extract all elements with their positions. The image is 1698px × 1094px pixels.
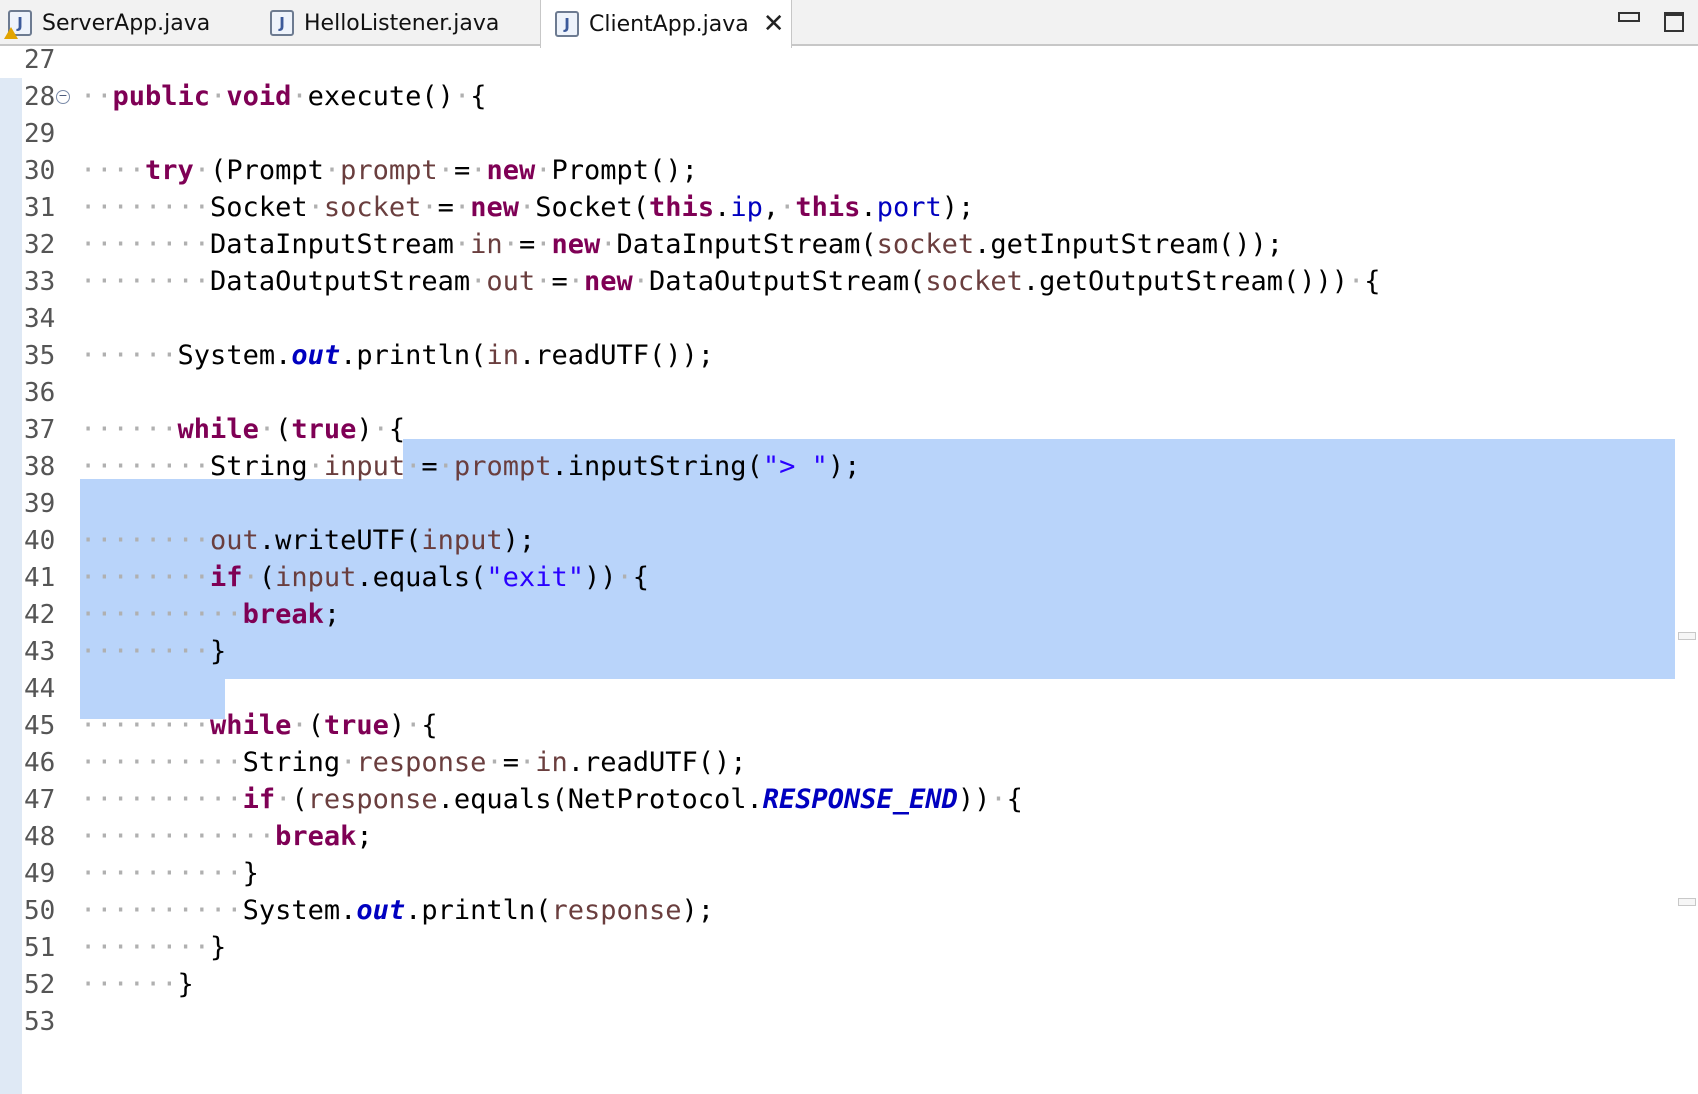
code-text: ········String·input·=·prompt.inputStrin… [80, 451, 861, 482]
code-line[interactable]: 41 ········if·(input.equals("exit"))·{ [0, 558, 1698, 598]
line-number: 42 [24, 600, 56, 630]
maximize-icon[interactable] [1664, 12, 1684, 32]
line-number: 52 [24, 970, 56, 1000]
code-line[interactable]: 52 ······} [0, 965, 1698, 1005]
line-number: 32 [24, 230, 56, 260]
code-line[interactable]: 45 ········while·(true)·{ [0, 706, 1698, 746]
line-number: 45 [24, 711, 56, 741]
code-line[interactable]: 37 ······while·(true)·{ [0, 410, 1698, 450]
code-text: ········while·(true)·{ [80, 710, 438, 741]
line-number: 49 [24, 859, 56, 889]
code-line[interactable]: 48 ············break; [0, 817, 1698, 857]
line-number: 29 [24, 119, 56, 149]
minimize-icon[interactable] [1618, 12, 1640, 22]
tab-label: ServerApp.java [42, 10, 211, 36]
code-line[interactable]: 39 [0, 484, 1698, 524]
line-number: 39 [24, 489, 56, 519]
fold-toggle-icon[interactable]: − [56, 90, 70, 104]
line-number: 40 [24, 526, 56, 556]
line-number: 31 [24, 193, 56, 223]
editor-tab-bar: J ServerApp.java J HelloListener.java J … [0, 0, 1698, 48]
code-line[interactable]: 36 [0, 373, 1698, 413]
code-editor[interactable]: 27 28− ··public·void·execute()·{29 30 ····tr… [0, 46, 1698, 1094]
code-line[interactable]: 32 ········DataInputStream·in·=·new·DataI… [0, 225, 1698, 265]
code-text: ····try·(Prompt·prompt·=·new·Prompt(); [80, 155, 698, 186]
code-line[interactable]: 53 [0, 1002, 1698, 1042]
line-number: 37 [24, 415, 56, 445]
code-text: ········out.writeUTF(input); [80, 525, 536, 556]
line-number: 38 [24, 452, 56, 482]
line-number: 34 [24, 304, 56, 334]
code-line[interactable]: 38 ········String·input·=·prompt.inputStr… [0, 447, 1698, 487]
line-number: 35 [24, 341, 56, 371]
line-number: 30 [24, 156, 56, 186]
code-text: ········} [80, 932, 227, 963]
line-number: 44 [24, 674, 56, 704]
tab-hellolistener[interactable]: J HelloListener.java [270, 0, 499, 46]
line-number: 36 [24, 378, 56, 408]
line-number: 27 [24, 46, 56, 75]
java-file-icon: J [270, 10, 294, 36]
code-line[interactable]: 31 ········Socket·socket·=·new·Socket(thi… [0, 188, 1698, 228]
code-text: ··········} [80, 858, 259, 889]
code-text: ········Socket·socket·=·new·Socket(this.… [80, 192, 975, 223]
line-number: 50 [24, 896, 56, 926]
code-line[interactable]: 44 [0, 669, 1698, 709]
code-text: ······while·(true)·{ [80, 414, 406, 445]
line-number: 47 [24, 785, 56, 815]
code-text: ······System.out.println(in.readUTF()); [80, 340, 715, 371]
line-number: 48 [24, 822, 56, 852]
code-line[interactable]: 50 ··········System.out.println(response)… [0, 891, 1698, 931]
code-line[interactable]: 30 ····try·(Prompt·prompt·=·new·Prompt(); [0, 151, 1698, 191]
code-text: ········} [80, 636, 227, 667]
code-line[interactable]: 42 ··········break; [0, 595, 1698, 635]
tab-label: ClientApp.java [589, 11, 749, 37]
code-line[interactable]: 33 ········DataOutputStream·out·=·new·Dat… [0, 262, 1698, 302]
tab-clientapp[interactable]: J ClientApp.java ✕ [540, 0, 792, 48]
tab-serverapp[interactable]: J ServerApp.java [4, 0, 211, 46]
line-number: 51 [24, 933, 56, 963]
code-line[interactable]: 46 ··········String·response·=·in.readUTF… [0, 743, 1698, 783]
code-line[interactable]: 49 ··········} [0, 854, 1698, 894]
code-line[interactable]: 47 ··········if·(response.equals(NetProto… [0, 780, 1698, 820]
code-line[interactable]: 29 [0, 114, 1698, 154]
code-text: ········if·(input.equals("exit"))·{ [80, 562, 650, 593]
code-line[interactable]: 34 [0, 299, 1698, 339]
code-line[interactable]: 28− ··public·void·execute()·{ [0, 77, 1698, 117]
line-number: 41 [24, 563, 56, 593]
code-line[interactable]: 35 ······System.out.println(in.readUTF())… [0, 336, 1698, 376]
tab-label: HelloListener.java [304, 10, 500, 36]
overview-ruler-mark[interactable] [1678, 898, 1696, 906]
java-file-icon: J [555, 11, 579, 37]
java-file-warning-icon: J [4, 10, 32, 39]
code-line[interactable]: 51 ········} [0, 928, 1698, 968]
code-text: ········DataInputStream·in·=·new·DataInp… [80, 229, 1284, 260]
code-line[interactable]: 43 ········} [0, 632, 1698, 672]
line-number: 33 [24, 267, 56, 297]
code-text: ··········String·response·=·in.readUTF()… [80, 747, 747, 778]
code-line[interactable]: 27 [0, 46, 1698, 80]
code-text: ············break; [80, 821, 373, 852]
overview-ruler-mark[interactable] [1678, 632, 1696, 640]
line-number: 46 [24, 748, 56, 778]
line-number: 43 [24, 637, 56, 667]
close-icon[interactable]: ✕ [763, 11, 785, 37]
code-text: ··········System.out.println(response); [80, 895, 715, 926]
code-line[interactable]: 40 ········out.writeUTF(input); [0, 521, 1698, 561]
line-number: 53 [24, 1007, 56, 1037]
code-text: ······} [80, 969, 194, 1000]
code-text: ··········if·(response.equals(NetProtoco… [80, 784, 1023, 815]
code-text: ··public·void·execute()·{ [80, 81, 487, 112]
code-text: ··········break; [80, 599, 341, 630]
code-text: ········DataOutputStream·out·=·new·DataO… [80, 266, 1381, 297]
